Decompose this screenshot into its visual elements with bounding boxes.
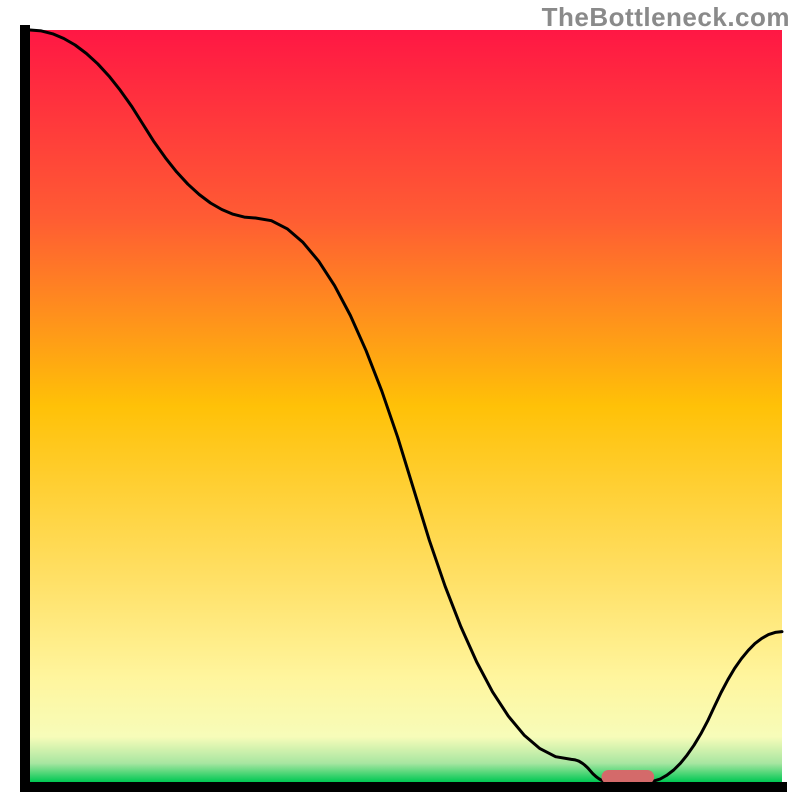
chart-container: TheBottleneck.com — [0, 0, 800, 800]
gradient-background — [30, 30, 782, 782]
bottleneck-chart — [0, 0, 800, 800]
axis-corner — [20, 782, 30, 792]
watermark-text: TheBottleneck.com — [542, 2, 790, 33]
highlight-marker — [602, 770, 655, 784]
